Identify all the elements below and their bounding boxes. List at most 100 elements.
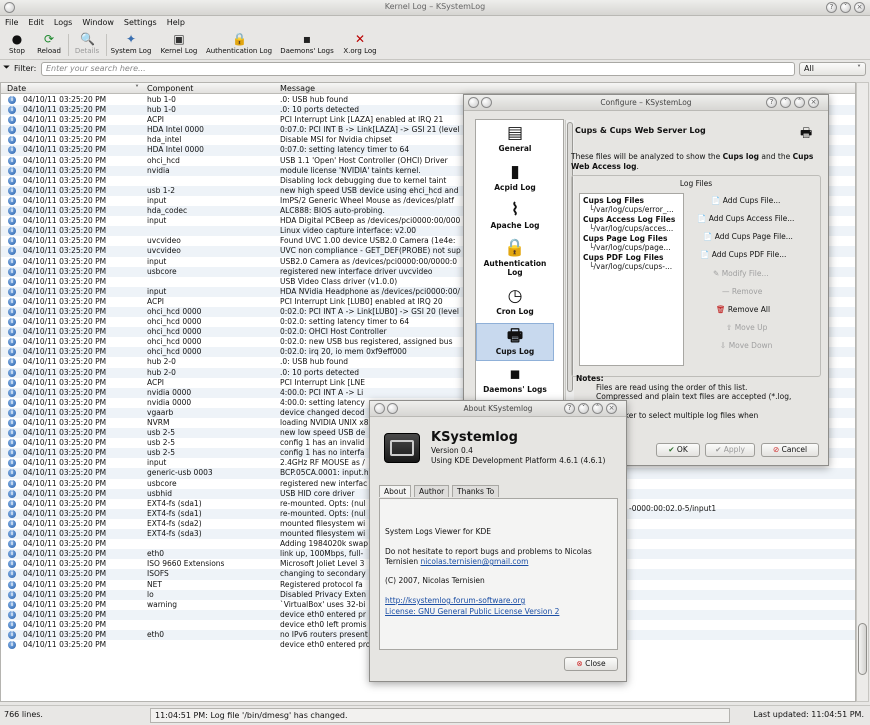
dialog-menu-icon[interactable]: [374, 403, 385, 414]
notes-text: Files are read using the order of this l…: [596, 383, 792, 429]
sort-indicator-icon: ˅: [135, 84, 139, 93]
row-date: 04/10/11 03:25:20 PM: [23, 357, 107, 367]
list-item[interactable]: └/var/log/cups/error_...: [589, 205, 674, 214]
dialog-close-icon[interactable]: ×: [808, 97, 819, 108]
tab-about[interactable]: About: [379, 485, 412, 497]
list-item[interactable]: Cups PDF Log Files: [583, 253, 663, 262]
row-component: EXT4-fs (sda3): [147, 529, 202, 539]
row-message: new high speed USB device using ehci_hcd…: [280, 185, 459, 195]
menu-help[interactable]: Help: [162, 16, 190, 27]
dialog-minimize-icon[interactable]: ˅: [578, 403, 589, 414]
add-cups-access-file-button[interactable]: 📄 Add Cups Access File...: [697, 214, 794, 223]
tab-thanks-to[interactable]: Thanks To: [452, 485, 500, 497]
dialog-minimize-icon[interactable]: ˅: [780, 97, 791, 108]
dialog-pin-icon[interactable]: [387, 403, 398, 414]
email-link[interactable]: nicolas.ternisien@gmail.com: [420, 557, 528, 566]
column-component[interactable]: Component: [147, 84, 193, 93]
row-message: HDA NVidia Headphone as /devices/pci0000…: [280, 286, 460, 296]
sidebar-item-general[interactable]: ▤ General: [476, 123, 554, 153]
add-cups-pdf-file-button[interactable]: 📄 Add Cups PDF File...: [700, 250, 786, 259]
window-minimize-icon[interactable]: ˅: [840, 2, 851, 13]
row-message: registered new interfac: [280, 478, 368, 488]
dialog-maximize-icon[interactable]: ˄: [592, 403, 603, 414]
list-item[interactable]: Cups Page Log Files: [583, 234, 667, 243]
dialog-maximize-icon[interactable]: ˄: [794, 97, 805, 108]
page-heading: Cups & Cups Web Server Log: [575, 126, 706, 135]
window-titlebar[interactable]: Kernel Log – KSystemLog ? ˅ ×: [0, 0, 870, 16]
remove-all-button[interactable]: 🗑 Remove All: [716, 305, 770, 314]
menu-settings[interactable]: Settings: [119, 16, 162, 27]
row-message: ImPS/2 Generic Wheel Mouse as /devices/p…: [280, 195, 455, 205]
vertical-scrollbar[interactable]: [856, 82, 869, 702]
add-file-icon: 📄: [697, 214, 707, 223]
scrollbar-thumb[interactable]: [858, 623, 867, 675]
authentication-log-button[interactable]: 🔒 Authentication Log: [205, 31, 273, 59]
row-component: usb 2-5: [147, 438, 176, 448]
xorg-log-button[interactable]: ✕ X.org Log: [341, 31, 379, 59]
sidebar-item-apache-log[interactable]: ⌇ Apache Log: [476, 200, 554, 230]
dialog-help-icon[interactable]: ?: [564, 403, 575, 414]
window-help-icon[interactable]: ?: [826, 2, 837, 13]
sidebar-item-daemons-logs[interactable]: ▪ Daemons' Logs: [476, 364, 554, 394]
sidebar-item-authentication-log[interactable]: 🔒 Authentication Log: [476, 238, 554, 277]
details-button[interactable]: 🔍 Details: [72, 31, 102, 59]
move-down-button[interactable]: ⇩ Move Down: [720, 341, 772, 350]
stop-icon: ●: [11, 32, 23, 46]
ok-button[interactable]: ✔ OK: [656, 443, 700, 457]
row-component: NET: [147, 579, 162, 589]
kernel-log-button[interactable]: ▣ Kernel Log: [160, 31, 198, 59]
sidebar-item-cron-log[interactable]: ◷ Cron Log: [476, 286, 554, 316]
close-button[interactable]: ⊗ Close: [564, 657, 618, 671]
row-date: 04/10/11 03:25:20 PM: [23, 619, 107, 629]
row-date: 04/10/11 03:25:20 PM: [23, 327, 107, 337]
homepage-link[interactable]: http://ksystemlog.forum-software.org: [385, 596, 525, 605]
row-message: ALC888: BIOS auto-probing.: [280, 206, 385, 216]
modify-file-button[interactable]: ✎ Modify File...: [713, 269, 769, 278]
sidebar-item-cups-log[interactable]: 🖶 Cups Log: [476, 323, 554, 361]
tab-author[interactable]: Author: [414, 485, 450, 497]
filter-column-select[interactable]: All ˅: [799, 62, 866, 76]
move-up-button[interactable]: ⇧ Move Up: [726, 323, 767, 332]
info-icon: i: [8, 499, 16, 508]
column-message[interactable]: Message: [280, 84, 315, 93]
apply-button[interactable]: ✔ Apply: [705, 443, 755, 457]
dialog-pin-icon[interactable]: [481, 97, 492, 108]
window-menu-icon[interactable]: [4, 2, 15, 13]
dialog-menu-icon[interactable]: [468, 97, 479, 108]
add-cups-page-file-button[interactable]: 📄 Add Cups Page File...: [703, 232, 793, 241]
row-message: Adding 1984020k swap: [280, 539, 369, 549]
list-item[interactable]: └/var/log/cups/cups-...: [589, 262, 672, 271]
log-files-list[interactable]: Cups Log Files └/var/log/cups/error_... …: [579, 193, 684, 366]
filter-input[interactable]: Enter your search here...: [41, 62, 795, 76]
row-message: config 1 has no interfa: [280, 448, 365, 458]
list-item[interactable]: Cups Access Log Files: [583, 215, 675, 224]
dialog-help-icon[interactable]: ?: [766, 97, 777, 108]
menu-window[interactable]: Window: [77, 16, 119, 27]
list-item[interactable]: Cups Log Files: [583, 196, 644, 205]
remove-button[interactable]: — Remove: [722, 287, 762, 296]
license-link[interactable]: License: GNU General Public License Vers…: [385, 607, 559, 616]
stop-button[interactable]: ● Stop: [4, 31, 30, 59]
info-icon: i: [8, 429, 16, 438]
list-item[interactable]: └/var/log/cups/acces...: [589, 224, 673, 233]
add-cups-file-button[interactable]: 📄 Add Cups File...: [711, 196, 780, 205]
row-message: module license 'NVIDIA' taints kernel.: [280, 165, 421, 175]
menu-logs[interactable]: Logs: [49, 16, 77, 27]
menu-edit[interactable]: Edit: [23, 16, 49, 27]
list-item[interactable]: └/var/log/cups/page...: [589, 243, 671, 252]
cancel-button[interactable]: ⊘ Cancel: [761, 443, 819, 457]
menu-file[interactable]: File: [0, 16, 23, 27]
last-updated: Last updated: 11:04:51 PM.: [753, 710, 864, 719]
column-date[interactable]: Date: [7, 84, 26, 93]
system-log-button[interactable]: ✦ System Log: [109, 31, 153, 59]
status-message: 11:04:51 PM: Log file '/bin/dmesg' has c…: [150, 708, 730, 723]
row-date: 04/10/11 03:25:20 PM: [23, 498, 107, 508]
reload-button[interactable]: ⟳ Reload: [34, 31, 64, 59]
window-close-icon[interactable]: ×: [854, 2, 865, 13]
dialog-close-icon[interactable]: ×: [606, 403, 617, 414]
info-icon: i: [8, 307, 16, 316]
sidebar-item-acpid-log[interactable]: ▮ Acpid Log: [476, 162, 554, 192]
row-date: 04/10/11 03:25:20 PM: [23, 428, 107, 438]
daemons-logs-button[interactable]: ▪ Daemons' Logs: [279, 31, 335, 59]
row-message: Linux video capture interface: v2.00: [280, 226, 417, 236]
